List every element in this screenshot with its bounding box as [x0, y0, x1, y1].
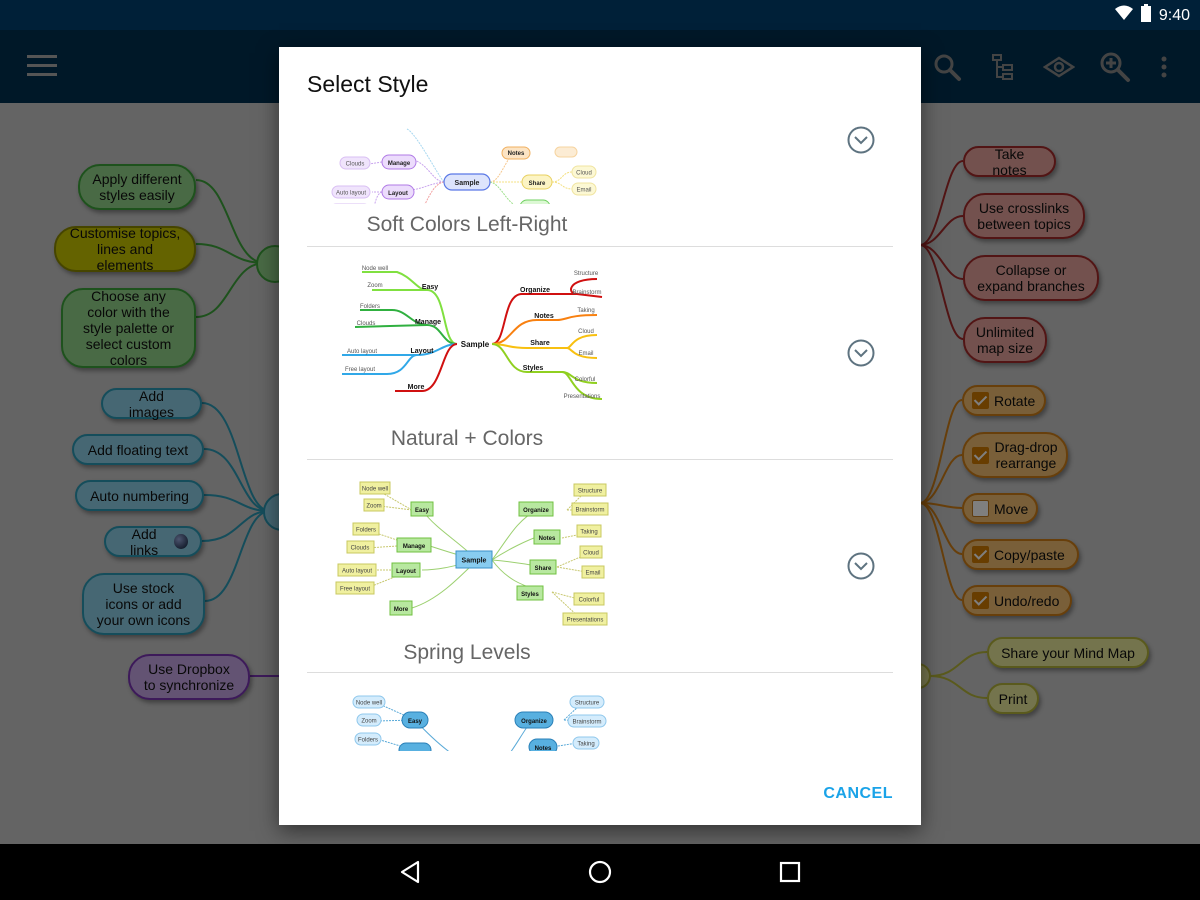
- expand-chevron-icon[interactable]: [847, 552, 875, 580]
- svg-text:Taking: Taking: [580, 530, 597, 536]
- style-preview-natural-colors: Node well Zoom Easy Folders Clouds Manag…: [342, 266, 603, 400]
- svg-text:Clouds: Clouds: [357, 321, 376, 327]
- style-preview-blue: Node well Zoom Easy Folders Organize Str…: [352, 695, 607, 751]
- svg-text:Notes: Notes: [535, 746, 552, 751]
- svg-text:Share: Share: [529, 181, 546, 187]
- svg-text:Email: Email: [578, 351, 593, 357]
- svg-text:Presentations: Presentations: [564, 394, 601, 400]
- svg-text:Node well: Node well: [356, 701, 382, 707]
- svg-text:Structure: Structure: [574, 271, 599, 277]
- svg-text:Organize: Organize: [521, 719, 547, 725]
- svg-text:Clouds: Clouds: [346, 162, 365, 168]
- svg-text:Sample: Sample: [455, 180, 480, 187]
- svg-text:Sample: Sample: [461, 340, 490, 349]
- svg-text:More: More: [408, 384, 425, 391]
- expand-chevron-icon[interactable]: [847, 126, 875, 154]
- svg-text:Colorful: Colorful: [575, 377, 596, 383]
- svg-text:Free layout: Free layout: [345, 367, 375, 373]
- wifi-icon: [1114, 5, 1133, 26]
- svg-text:Organize: Organize: [523, 508, 549, 514]
- svg-text:Auto layout: Auto layout: [336, 191, 366, 197]
- svg-text:Easy: Easy: [422, 284, 438, 291]
- screen: 9:40 Select Style Clouds Manage Auto lay…: [0, 0, 1200, 900]
- navigation-bar: [0, 844, 1200, 900]
- svg-text:Notes: Notes: [534, 313, 554, 320]
- expand-chevron-icon[interactable]: [847, 339, 875, 367]
- svg-text:Easy: Easy: [415, 508, 430, 514]
- style-option[interactable]: Node well Zoom Easy Folders Clouds Manag…: [307, 247, 893, 460]
- svg-text:Auto layout: Auto layout: [347, 349, 377, 355]
- svg-text:More: More: [394, 607, 409, 613]
- svg-text:Zoom: Zoom: [367, 283, 382, 289]
- svg-text:Styles: Styles: [523, 365, 544, 372]
- svg-text:Taking: Taking: [577, 742, 594, 748]
- svg-text:Manage: Manage: [403, 544, 426, 550]
- svg-text:Folders: Folders: [356, 528, 376, 534]
- svg-text:Folders: Folders: [360, 304, 380, 310]
- svg-text:Cloud: Cloud: [576, 171, 592, 177]
- svg-text:Clouds: Clouds: [351, 546, 370, 552]
- svg-text:Organize: Organize: [520, 287, 550, 294]
- svg-text:Taking: Taking: [577, 308, 594, 314]
- svg-text:Presentations: Presentations: [567, 618, 604, 624]
- svg-text:Share: Share: [530, 340, 550, 347]
- svg-text:Layout: Layout: [411, 348, 435, 355]
- svg-text:Free layout: Free layout: [340, 587, 370, 593]
- recents-icon[interactable]: [772, 856, 808, 888]
- svg-text:Email: Email: [576, 188, 591, 194]
- svg-text:Structure: Structure: [575, 701, 600, 707]
- svg-text:Sample: Sample: [462, 558, 487, 565]
- svg-text:Share: Share: [535, 566, 552, 572]
- svg-text:Easy: Easy: [408, 719, 423, 725]
- style-list[interactable]: Clouds Manage Auto layout Layout Free la…: [279, 109, 921, 751]
- svg-text:Colorful: Colorful: [579, 598, 600, 604]
- select-style-dialog: Select Style Clouds Manage Auto layout L…: [279, 47, 921, 825]
- svg-text:Manage: Manage: [415, 319, 441, 326]
- style-option[interactable]: Clouds Manage Auto layout Layout Free la…: [307, 109, 893, 247]
- svg-text:Auto layout: Auto layout: [342, 569, 372, 575]
- svg-text:Layout: Layout: [396, 569, 416, 575]
- style-preview-soft-colors: Clouds Manage Auto layout Layout Free la…: [331, 128, 597, 204]
- svg-text:Zoom: Zoom: [366, 504, 381, 510]
- style-name: Spring Levels: [403, 641, 531, 664]
- svg-text:Cloud: Cloud: [583, 551, 599, 557]
- dialog-title: Select Style: [307, 71, 429, 97]
- svg-text:Node well: Node well: [362, 266, 388, 272]
- svg-text:Zoom: Zoom: [361, 719, 376, 725]
- svg-text:Cloud: Cloud: [578, 329, 594, 335]
- svg-text:Folders: Folders: [358, 738, 378, 744]
- svg-text:Layout: Layout: [388, 191, 408, 197]
- svg-text:Node well: Node well: [362, 487, 388, 493]
- style-preview-spring-levels: Node well Zoom Easy Folders Clouds Manag…: [335, 481, 609, 626]
- svg-text:Brainstorm: Brainstorm: [572, 720, 601, 726]
- status-bar: 9:40: [0, 0, 1200, 30]
- style-name: Natural + Colors: [390, 427, 544, 450]
- home-icon[interactable]: [582, 856, 618, 888]
- svg-text:Manage: Manage: [388, 161, 411, 167]
- svg-text:Styles: Styles: [521, 592, 539, 598]
- battery-icon: [1140, 4, 1151, 27]
- svg-text:Email: Email: [585, 571, 600, 577]
- style-name: Soft Colors Left-Right: [366, 213, 568, 236]
- style-option[interactable]: Node well Zoom Easy Folders Organize Str…: [307, 673, 893, 751]
- svg-text:Notes: Notes: [508, 151, 525, 157]
- style-option[interactable]: Node well Zoom Easy Folders Clouds Manag…: [307, 460, 893, 673]
- clock: 9:40: [1158, 6, 1190, 24]
- svg-text:Structure: Structure: [578, 489, 603, 495]
- svg-text:Brainstorm: Brainstorm: [572, 290, 601, 296]
- svg-text:Brainstorm: Brainstorm: [575, 508, 604, 514]
- cancel-button[interactable]: CANCEL: [823, 785, 893, 803]
- back-icon[interactable]: [392, 856, 428, 888]
- svg-text:Notes: Notes: [539, 536, 556, 542]
